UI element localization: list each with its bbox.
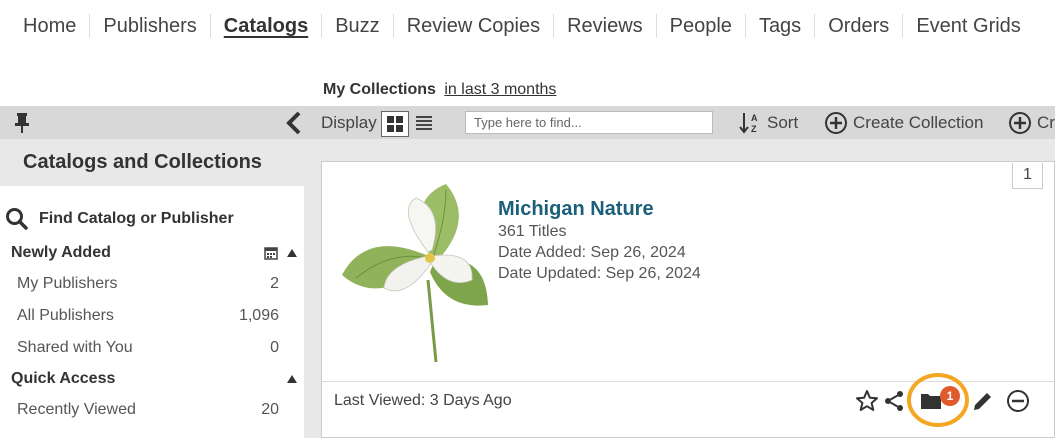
grid-view-button[interactable] bbox=[381, 111, 409, 137]
sidebar-item-all-publishers[interactable]: All Publishers 1,096 bbox=[0, 300, 304, 332]
collection-cover-image[interactable] bbox=[336, 180, 490, 364]
find-input[interactable] bbox=[465, 111, 713, 134]
chevron-left-icon[interactable] bbox=[284, 111, 304, 135]
create-more-label: Cr bbox=[1037, 113, 1055, 132]
nav-catalogs[interactable]: Catalogs bbox=[209, 14, 321, 38]
share-icon[interactable] bbox=[882, 389, 906, 413]
sort-label: Sort bbox=[767, 113, 799, 132]
nav-reviews[interactable]: Reviews bbox=[553, 14, 656, 38]
collections-header: My Collections in last 3 months bbox=[323, 81, 556, 99]
nav-home[interactable]: Home bbox=[10, 14, 89, 38]
pin-icon[interactable] bbox=[12, 112, 32, 134]
top-navigation: Home Publishers Catalogs Buzz Review Cop… bbox=[0, 0, 1055, 52]
sidebar-heading: Catalogs and Collections bbox=[0, 139, 304, 186]
sidebar-item-my-publishers[interactable]: My Publishers 2 bbox=[0, 268, 304, 300]
sidebar-item-count: 20 bbox=[261, 401, 279, 418]
sort-button[interactable]: A Z Sort bbox=[739, 110, 798, 136]
toolbar: Display A Z Sort Create Collection bbox=[0, 106, 1055, 139]
sidebar-item-label: Shared with You bbox=[17, 339, 133, 356]
collection-titles-count: 361 Titles bbox=[498, 223, 567, 240]
collection-date-updated: Date Updated: Sep 26, 2024 bbox=[498, 265, 701, 282]
section-title: Quick Access bbox=[11, 370, 116, 387]
section-title: Newly Added bbox=[11, 244, 111, 261]
folder-count-badge: 1 bbox=[940, 386, 960, 406]
collection-title[interactable]: Michigan Nature bbox=[498, 199, 701, 220]
last-viewed-text: Last Viewed: 3 Days Ago bbox=[334, 392, 512, 409]
edit-pencil-icon[interactable] bbox=[971, 389, 995, 413]
find-catalog-label: Find Catalog or Publisher bbox=[39, 210, 234, 227]
create-collection-label: Create Collection bbox=[853, 113, 984, 132]
create-more-button[interactable]: Cr bbox=[1008, 110, 1055, 136]
find-catalog-button[interactable]: Find Catalog or Publisher bbox=[0, 200, 304, 238]
collection-info: Michigan Nature 361 Titles Date Added: S… bbox=[498, 199, 701, 284]
sidebar: Catalogs and Collections Find Catalog or… bbox=[0, 139, 304, 438]
sidebar-item-label: Recently Viewed bbox=[17, 401, 136, 418]
section-newly-added[interactable]: Newly Added bbox=[0, 238, 304, 268]
sort-az-icon: A Z bbox=[739, 113, 758, 134]
collection-date-added: Date Added: Sep 26, 2024 bbox=[498, 244, 686, 261]
nav-publishers[interactable]: Publishers bbox=[89, 14, 209, 38]
sidebar-item-count: 1,096 bbox=[238, 307, 279, 324]
nav-event-grids[interactable]: Event Grids bbox=[902, 14, 1033, 38]
section-quick-access[interactable]: Quick Access bbox=[0, 364, 304, 394]
create-collection-button[interactable]: Create Collection bbox=[824, 110, 983, 136]
date-range-link[interactable]: in last 3 months bbox=[444, 81, 556, 98]
collapse-up-icon[interactable] bbox=[286, 374, 298, 384]
remove-icon[interactable] bbox=[1006, 389, 1030, 413]
sidebar-item-count: 0 bbox=[270, 339, 279, 356]
nav-tags[interactable]: Tags bbox=[744, 14, 814, 38]
page-title: My Collections bbox=[323, 81, 436, 98]
sidebar-item-label: My Publishers bbox=[17, 275, 118, 292]
collapse-up-icon[interactable] bbox=[286, 248, 298, 258]
grid-icon bbox=[387, 116, 403, 132]
nav-orders[interactable]: Orders bbox=[814, 14, 902, 38]
nav-people[interactable]: People bbox=[655, 14, 745, 38]
sidebar-item-count: 2 bbox=[270, 275, 279, 292]
display-label: Display bbox=[321, 113, 377, 132]
highlight-ring bbox=[907, 373, 969, 427]
star-icon[interactable] bbox=[855, 389, 879, 413]
svg-text:A: A bbox=[751, 113, 758, 123]
plus-circle-icon bbox=[825, 112, 847, 134]
plus-circle-icon bbox=[1009, 112, 1031, 134]
sidebar-item-label: All Publishers bbox=[17, 307, 114, 324]
sidebar-item-recently-viewed[interactable]: Recently Viewed 20 bbox=[0, 394, 304, 426]
sidebar-item-shared-with-you[interactable]: Shared with You 0 bbox=[0, 332, 304, 364]
list-view-icon[interactable] bbox=[414, 113, 434, 133]
calendar-icon[interactable] bbox=[264, 246, 278, 260]
svg-text:Z: Z bbox=[751, 124, 757, 134]
nav-review-copies[interactable]: Review Copies bbox=[392, 14, 553, 38]
nav-buzz[interactable]: Buzz bbox=[321, 14, 392, 38]
card-number: 1 bbox=[1012, 163, 1043, 189]
search-icon bbox=[6, 208, 28, 230]
